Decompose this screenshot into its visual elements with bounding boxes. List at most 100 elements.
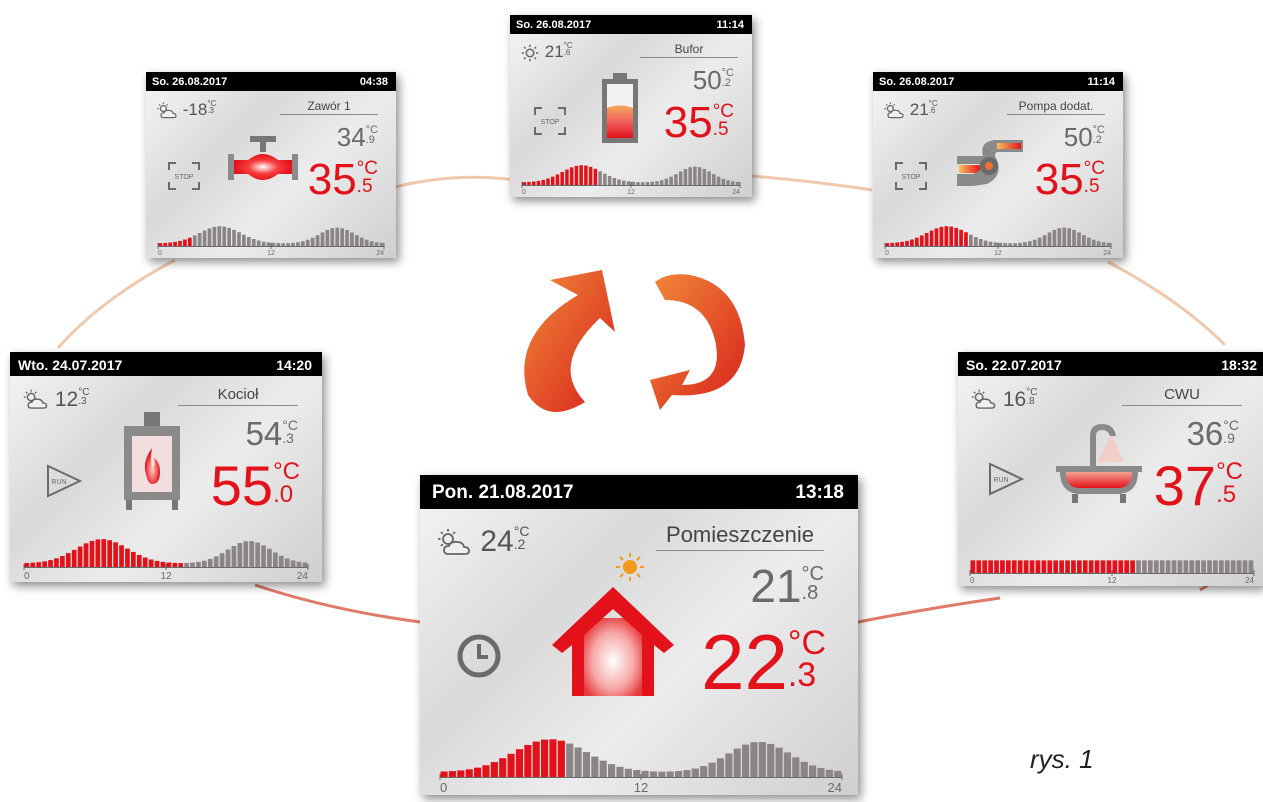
chart-bar [969,234,973,246]
sun-cloud-icon [157,102,177,118]
chart-bar [212,226,217,246]
setpoint-temp: 21 °C .8 [750,563,824,609]
chart-bar [617,179,621,185]
panel-pump[interactable]: So. 26.08.2017 11:14 21 °C .6 Pompa dodat.… [873,72,1123,258]
cycle-arrows-icon [524,270,745,412]
panel-boiler[interactable]: Wto. 24.07.2017 14:20 12 °C .3 Kocioł 54 °… [10,352,322,582]
chart-bar [178,563,184,567]
chart-bar [1053,560,1059,573]
chart-bar [721,178,726,185]
header-time: 04:38 [359,76,388,88]
stop-icon[interactable]: STOP [895,162,927,190]
panel-valve[interactable]: So. 26.08.2017 04:38 -18 °C .3 Zawór 1 34 … [146,72,396,258]
chart-bar [566,743,574,777]
history-chart: 0 12 24 [884,226,1112,256]
chart-bar [355,235,359,246]
outdoor-temp-decimal: .6 [563,48,571,58]
setpoint-value: 50 [1063,122,1093,152]
chart-bar [622,180,626,185]
stop-icon[interactable]: STOP [168,162,200,190]
chart-bar [163,242,168,246]
outdoor-temp: 21 °C .6 [883,99,938,120]
panel-header: So. 26.08.2017 04:38 [146,72,396,91]
chart-bar [350,232,354,246]
chart-bar [527,181,531,185]
chart-bar [190,562,195,567]
run-icon[interactable]: RUN [988,462,1024,496]
chart-bar [1165,560,1171,573]
current-decimal: .5 [356,176,373,198]
chart-bar [1118,560,1124,573]
chart-bar [973,237,978,246]
chart-bar [225,549,231,567]
chart-bar [173,241,177,246]
sun-icon [616,553,644,581]
chart-bar [825,769,833,777]
header-date: Wto. 24.07.2017 [18,357,123,373]
chart-tick-label: 12 [627,189,635,195]
chart-bar [197,232,202,246]
chart-bar [524,744,532,777]
clock-icon[interactable] [456,633,502,679]
chart-bar [1130,560,1135,573]
outdoor-temp-decimal: .2 [513,535,526,552]
chart-bar [187,237,192,246]
chart-bar [895,242,900,246]
header-date: So. 26.08.2017 [879,76,955,88]
panel-room[interactable]: Pon. 21.08.2017 13:18 24 °C .2 Pomieszczen… [420,475,858,795]
chart-bar [707,171,711,185]
outdoor-temp: 24 °C .2 [436,524,529,559]
chart-tick-label: 24 [828,780,842,793]
chart-bar [1136,560,1141,573]
chart-bar [914,237,919,246]
stop-icon[interactable]: STOP [534,107,566,135]
chart-bar [1207,560,1212,573]
chart-bar [267,548,272,567]
setpoint-value: 21 [750,560,802,612]
chart-bar [83,543,89,567]
chart-bar [95,539,101,567]
chart-bar [574,747,582,777]
chart-bar [286,243,290,246]
chart-bar [944,226,949,246]
chart-tick-label: 12 [634,780,648,793]
chart-bar [1219,560,1224,573]
chart-bar [183,239,187,246]
chart-bar [988,241,993,246]
chart-bar [905,240,909,246]
chart-bar [1071,560,1076,573]
chart-bar [712,174,716,185]
chart-bar [731,181,735,185]
chart-bar [515,749,524,777]
chart-bar [77,546,83,567]
chart-tick-label: 0 [440,780,447,793]
chart-bar [24,562,30,567]
outdoor-temp-decimal: .3 [207,106,214,116]
chart-bar [983,240,988,246]
chart-bar [1057,228,1062,246]
run-icon[interactable]: RUN [46,464,82,498]
chart-bar [340,228,344,246]
chart-bar [1201,560,1206,573]
chart-bar [1003,243,1008,246]
chart-bar [767,743,775,777]
chart-bar [192,235,197,246]
setpoint-decimal: .8 [801,582,819,604]
setpoint-value: 34 [336,122,366,152]
chart-bar [1077,560,1082,573]
chart-tick-label: 12 [994,250,1002,256]
chart-bar [750,742,758,777]
panel-buffer[interactable]: So. 26.08.2017 11:14 21 °C .6 Bufor 50 °C.… [510,15,752,197]
chart-bar [998,242,1003,246]
chart-bar [213,556,219,567]
chart-bar [631,181,636,185]
header-time: 11:14 [716,19,744,31]
chart-bar [1183,560,1189,573]
chart-bar [42,561,47,567]
chart-bar [1236,560,1242,573]
chart-bar [964,232,968,246]
panel-hot-water[interactable]: So. 22.07.2017 18:32 16 °C .8 CWU 36 °C .9 … [958,352,1263,586]
chart-bar [688,167,692,185]
setpoint-decimal: .9 [1223,430,1235,447]
chart-bar [1159,560,1165,573]
